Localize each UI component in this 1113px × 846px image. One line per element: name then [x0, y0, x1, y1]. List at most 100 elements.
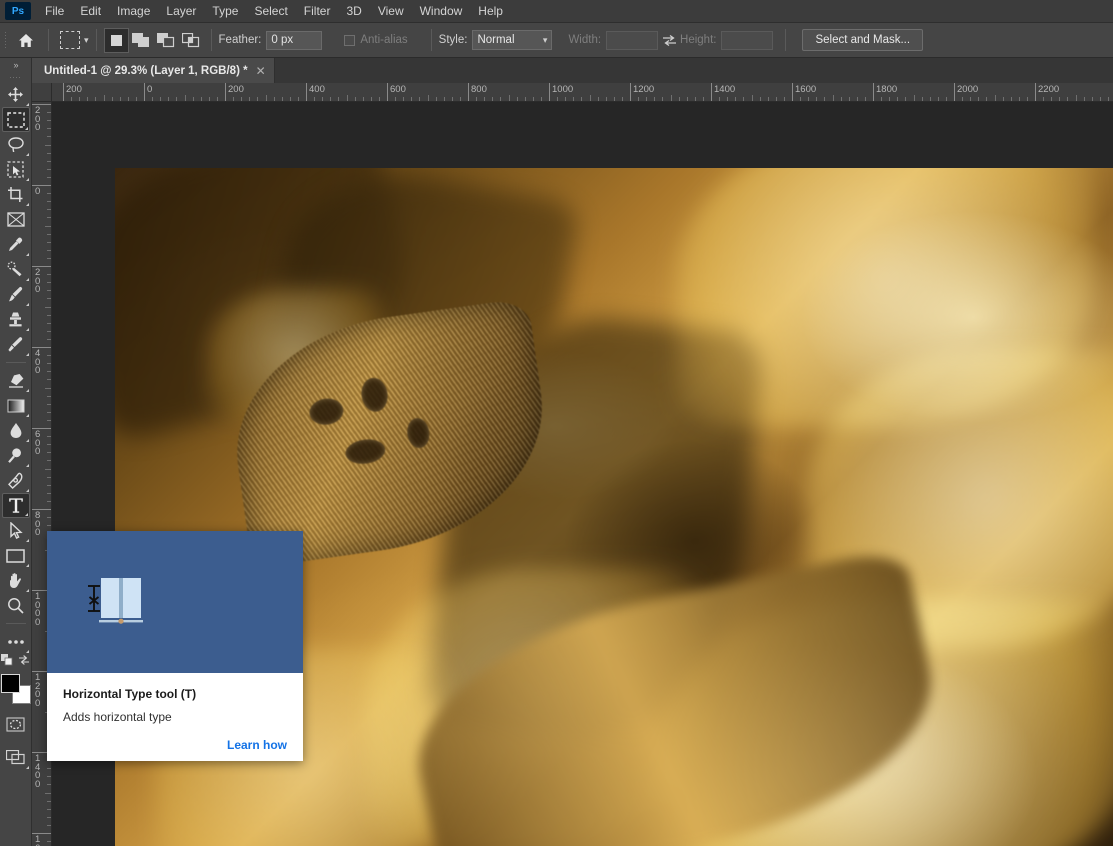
- ruler-minor-tick: [581, 97, 583, 101]
- frame-tool[interactable]: [2, 207, 30, 232]
- menu-item-view[interactable]: View: [370, 1, 412, 21]
- menu-item-image[interactable]: Image: [109, 1, 158, 21]
- ruler-minor-tick: [662, 97, 664, 101]
- tools-panel-grip[interactable]: [0, 72, 32, 82]
- swap-colors-icon[interactable]: [18, 653, 30, 671]
- ruler-minor-tick: [45, 306, 51, 308]
- divider: [785, 29, 787, 51]
- menu-item-layer[interactable]: Layer: [158, 1, 204, 21]
- ruler-label: 600: [390, 84, 406, 95]
- ruler-minor-tick: [47, 444, 51, 446]
- spot-healing-brush-tool[interactable]: [2, 257, 30, 282]
- rectangle-tool[interactable]: [2, 543, 30, 568]
- horizontal-ruler[interactable]: 200 0 200 400 600 800 1000 1200 1400 1600 1800 2000…: [52, 83, 1113, 102]
- ruler-label: 200: [35, 267, 41, 295]
- horizontal-type-tool[interactable]: [1, 493, 30, 518]
- home-icon[interactable]: [11, 25, 41, 55]
- move-tool[interactable]: [2, 82, 30, 107]
- clone-stamp-tool[interactable]: [2, 307, 30, 332]
- ruler-minor-tick: [281, 97, 283, 101]
- tool-flyout-indicator: [25, 278, 29, 281]
- ruler-minor-tick: [47, 355, 51, 357]
- ruler-minor-tick: [47, 776, 51, 778]
- feather-input[interactable]: [266, 30, 323, 50]
- dodge-tool[interactable]: [2, 443, 30, 468]
- history-brush-tool[interactable]: [2, 332, 30, 357]
- ruler-minor-tick: [783, 97, 785, 101]
- blur-tool[interactable]: [2, 418, 30, 443]
- lasso-tool[interactable]: [2, 132, 30, 157]
- menu-item-select[interactable]: Select: [246, 1, 295, 21]
- ruler-minor-tick: [87, 97, 89, 101]
- hand-tool[interactable]: [2, 568, 30, 593]
- ruler-minor-tick: [435, 97, 437, 101]
- menu-item-window[interactable]: Window: [412, 1, 471, 21]
- width-input[interactable]: [606, 30, 659, 50]
- style-select[interactable]: Normal ▾: [472, 30, 553, 50]
- ruler-minor-tick: [524, 97, 526, 101]
- ruler-minor-tick: [565, 97, 567, 101]
- tool-flyout-indicator: [25, 539, 29, 542]
- options-bar-grip[interactable]: [2, 29, 11, 51]
- path-selection-tool[interactable]: [2, 518, 30, 543]
- zoom-tool[interactable]: [2, 593, 30, 618]
- ruler-minor-tick: [905, 97, 907, 101]
- ruler-minor-tick: [921, 97, 923, 101]
- ruler-tick: [873, 83, 874, 101]
- add-to-selection-button[interactable]: [129, 28, 154, 53]
- divider: [210, 29, 212, 51]
- ruler-minor-tick: [47, 500, 51, 502]
- ruler-minor-tick: [378, 97, 380, 101]
- ruler-minor-tick: [670, 95, 672, 101]
- double-chevron-right-icon[interactable]: »: [0, 58, 32, 72]
- tool-tooltip: Horizontal Type tool (T) Adds horizontal…: [47, 531, 303, 761]
- anti-alias-checkbox-group[interactable]: Anti-alias: [344, 34, 412, 46]
- ruler-minor-tick: [47, 298, 51, 300]
- close-icon[interactable]: ✕: [256, 65, 266, 77]
- screen-mode-button[interactable]: [2, 745, 30, 770]
- menu-item-3d[interactable]: 3D: [338, 1, 369, 21]
- ruler-minor-tick: [249, 97, 251, 101]
- ruler-minor-tick: [47, 314, 51, 316]
- ruler-minor-tick: [265, 95, 267, 101]
- foreground-color-swatch[interactable]: [0, 674, 20, 693]
- intersect-with-selection-button[interactable]: [179, 28, 204, 53]
- width-label: Width:: [568, 34, 602, 46]
- subtract-from-selection-button[interactable]: [154, 28, 179, 53]
- menu-item-help[interactable]: Help: [470, 1, 511, 21]
- document-tab[interactable]: Untitled-1 @ 29.3% (Layer 1, RGB/8) * ✕: [32, 58, 275, 83]
- menu-item-edit[interactable]: Edit: [72, 1, 109, 21]
- menu-item-type[interactable]: Type: [204, 1, 246, 21]
- menu-item-file[interactable]: File: [37, 1, 72, 21]
- eraser-tool[interactable]: [2, 368, 30, 393]
- ruler-label: 800: [471, 84, 487, 95]
- select-and-mask-button[interactable]: Select and Mask...: [802, 29, 924, 51]
- tool-preset-picker[interactable]: ▾: [56, 31, 89, 49]
- object-selection-tool[interactable]: [2, 157, 30, 182]
- ruler-minor-tick: [1099, 97, 1101, 101]
- eyedropper-tool[interactable]: [2, 232, 30, 257]
- pen-tool[interactable]: [2, 468, 30, 493]
- default-colors-icon[interactable]: [1, 653, 13, 671]
- height-input[interactable]: [721, 30, 774, 50]
- photoshop-window: Ps File Edit Image Layer Type Select Filter 3D V…: [0, 0, 1113, 846]
- ruler-minor-tick: [403, 97, 405, 101]
- ruler-minor-tick: [47, 322, 51, 324]
- new-selection-button[interactable]: [103, 27, 129, 53]
- anti-alias-checkbox[interactable]: [344, 34, 356, 46]
- swap-width-height-icon[interactable]: [658, 30, 680, 50]
- rectangular-marquee-tool[interactable]: [1, 107, 30, 132]
- quick-mask-button[interactable]: [2, 712, 30, 737]
- ruler-minor-tick: [573, 97, 575, 101]
- tool-flyout-indicator: [25, 103, 29, 106]
- menu-item-filter[interactable]: Filter: [296, 1, 339, 21]
- learn-how-link[interactable]: Learn how: [63, 738, 287, 752]
- ruler-minor-tick: [47, 492, 51, 494]
- gradient-tool[interactable]: [2, 393, 30, 418]
- edit-toolbar-button[interactable]: [2, 629, 30, 654]
- brush-tool[interactable]: [2, 282, 30, 307]
- ruler-label: 600: [35, 429, 41, 457]
- ruler-minor-tick: [273, 97, 275, 101]
- crop-tool[interactable]: [2, 182, 30, 207]
- ruler-corner[interactable]: [32, 83, 52, 102]
